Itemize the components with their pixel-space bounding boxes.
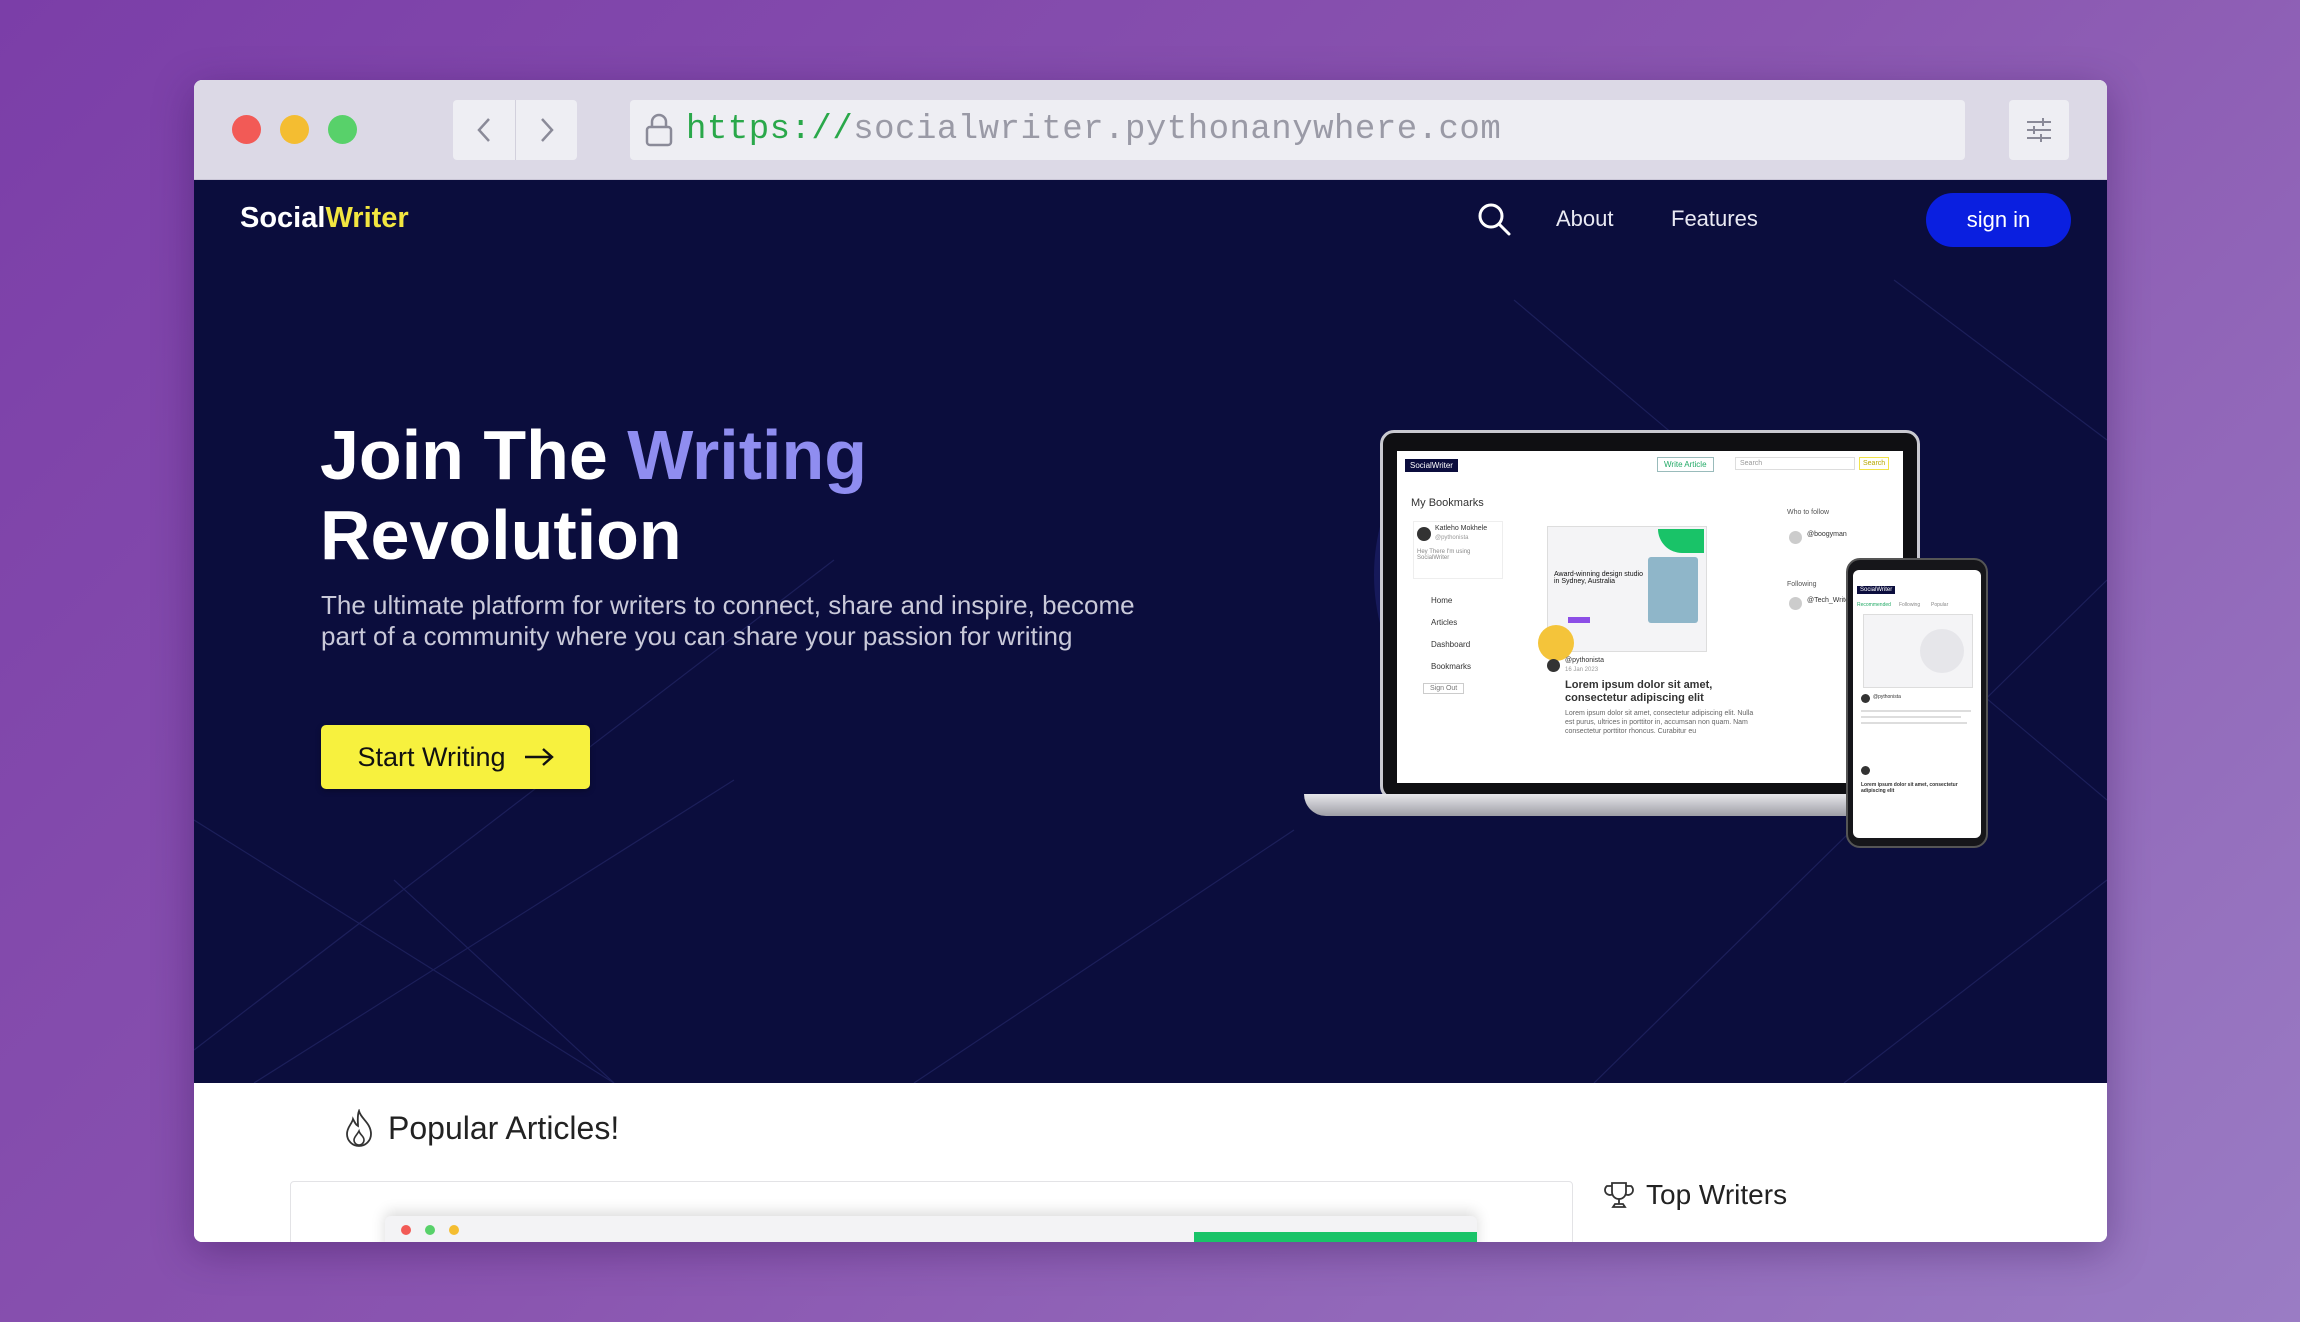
mock-menu-dashboard: Dashboard [1431, 640, 1471, 649]
search-icon[interactable] [1477, 202, 1511, 236]
mock-following: Following [1787, 581, 1817, 588]
article-card-thumbnail [385, 1216, 1477, 1242]
chevron-right-icon [540, 118, 554, 142]
mock-profile-handle: @pythonista [1435, 535, 1469, 541]
mock-menu-articles: Articles [1431, 618, 1458, 627]
phone-article-title: Lorem ipsum dolor sit amet, consectetur … [1861, 782, 1958, 794]
phone-author-avatar-2 [1861, 766, 1870, 775]
phone-line [1861, 716, 1961, 718]
forward-button[interactable] [515, 100, 577, 160]
site-logo[interactable]: SocialWriter [240, 202, 409, 235]
brand-part-social: Social [240, 202, 326, 234]
arrow-right-icon [524, 748, 554, 766]
site-navbar: SocialWriter About Features sign in [194, 180, 2107, 260]
phone-mockup: SocialWriter Recommended Following Popul… [1846, 558, 1988, 848]
chevron-left-icon [477, 118, 490, 142]
mock-brand: SocialWriter [1405, 459, 1458, 472]
start-writing-label: Start Writing [357, 741, 506, 772]
hero-section: SocialWriter About Features sign in Join… [194, 180, 2107, 1083]
mock-write-article: Write Article [1657, 457, 1714, 472]
hero-headline: Join The Writing Revolution [320, 415, 1220, 575]
top-writers-heading: Top Writers [1604, 1179, 1787, 1211]
mock-bookmarks-title: My Bookmarks [1411, 497, 1484, 509]
back-button[interactable] [453, 100, 515, 160]
mock-article-title: Lorem ipsum dolor sit amet, consectetur … [1565, 679, 1713, 704]
nav-link-features[interactable]: Features [1671, 206, 1758, 232]
mock-search-btn: Search [1859, 457, 1890, 470]
start-writing-button[interactable]: Start Writing [321, 725, 590, 789]
phone-tab-following: Following [1899, 602, 1921, 608]
browser-window: https://socialwriter.pythonanywhere.com [194, 80, 2107, 1242]
mock-search: Search [1735, 457, 1855, 470]
maximize-window-button[interactable] [328, 115, 357, 144]
url-scheme: https:// [686, 111, 854, 149]
mock-article-author: @pythonista [1565, 657, 1605, 664]
phone-screen: SocialWriter Recommended Following Popul… [1853, 570, 1981, 838]
address-bar[interactable]: https://socialwriter.pythonanywhere.com [630, 100, 1965, 160]
popular-articles-section: Popular Articles! Top Writers [194, 1083, 2107, 1242]
mock-feature-title: Award-winning design studio in Sydney, A… [1554, 571, 1643, 585]
mock-article-excerpt: Lorem ipsum dolor sit amet, consectetur … [1565, 710, 1754, 735]
mock-profile-bio: Hey There I'm using SocialWriter [1417, 549, 1471, 561]
laptop-mockup: SocialWriter Write Article Search Search… [1380, 430, 1920, 800]
mock-menu-home: Home [1431, 596, 1453, 605]
sliders-icon [2027, 118, 2051, 142]
url-host: socialwriter.pythonanywhere.com [853, 111, 1502, 149]
phone-brand: SocialWriter [1857, 586, 1896, 594]
mock-menu-bookmarks: Bookmarks [1431, 662, 1472, 671]
mock-follow-avatar [1789, 531, 1802, 544]
article-card[interactable] [290, 1181, 1573, 1242]
hero-subtext: The ultimate platform for writers to con… [321, 590, 1135, 651]
popular-articles-title: Popular Articles! [388, 1109, 620, 1146]
mock-profile-name: Katleho Mokhele [1435, 525, 1488, 532]
nav-link-about[interactable]: About [1556, 206, 1614, 232]
headline-part2: Revolution [320, 496, 682, 574]
device-mockup-illustration: SocialWriter Write Article Search Search… [1284, 430, 2014, 930]
minimize-window-button[interactable] [280, 115, 309, 144]
phone-author: @pythonista [1873, 694, 1901, 700]
settings-button[interactable] [2009, 100, 2069, 160]
sign-in-button[interactable]: sign in [1926, 193, 2071, 247]
mock-avatar [1417, 527, 1431, 541]
close-window-button[interactable] [232, 115, 261, 144]
phone-author-avatar [1861, 694, 1870, 703]
popular-articles-heading: Popular Articles! [344, 1109, 619, 1147]
laptop-screen: SocialWriter Write Article Search Search… [1397, 451, 1903, 783]
phone-tab-recommended: Recommended [1857, 602, 1891, 608]
mock-feature-card: Award-winning design studio in Sydney, A… [1538, 526, 1707, 661]
mock-author-avatar [1547, 659, 1560, 672]
headline-part1: Join The [320, 416, 628, 494]
phone-line [1861, 710, 1971, 712]
phone-line [1861, 722, 1967, 724]
mock-following-avatar [1789, 597, 1802, 610]
headline-highlight: Writing [627, 416, 868, 494]
url-text: https://socialwriter.pythonanywhere.com [686, 111, 1501, 149]
top-writers-title: Top Writers [1646, 1179, 1788, 1210]
mock-who-to-follow: Who to follow [1787, 509, 1830, 516]
fire-icon [346, 1109, 372, 1147]
mock-signout: Sign Out [1423, 683, 1465, 694]
brand-part-writer: Writer [325, 202, 409, 234]
browser-chrome: https://socialwriter.pythonanywhere.com [194, 80, 2107, 180]
trophy-icon [1604, 1182, 1634, 1208]
mock-follow-user: @boogyman [1807, 531, 1847, 538]
history-nav [453, 100, 577, 160]
phone-card [1863, 614, 1973, 688]
lock-icon [645, 113, 673, 147]
phone-tab-popular: Popular [1931, 602, 1949, 608]
mock-article-date: 16 Jan 2023 [1565, 667, 1599, 673]
